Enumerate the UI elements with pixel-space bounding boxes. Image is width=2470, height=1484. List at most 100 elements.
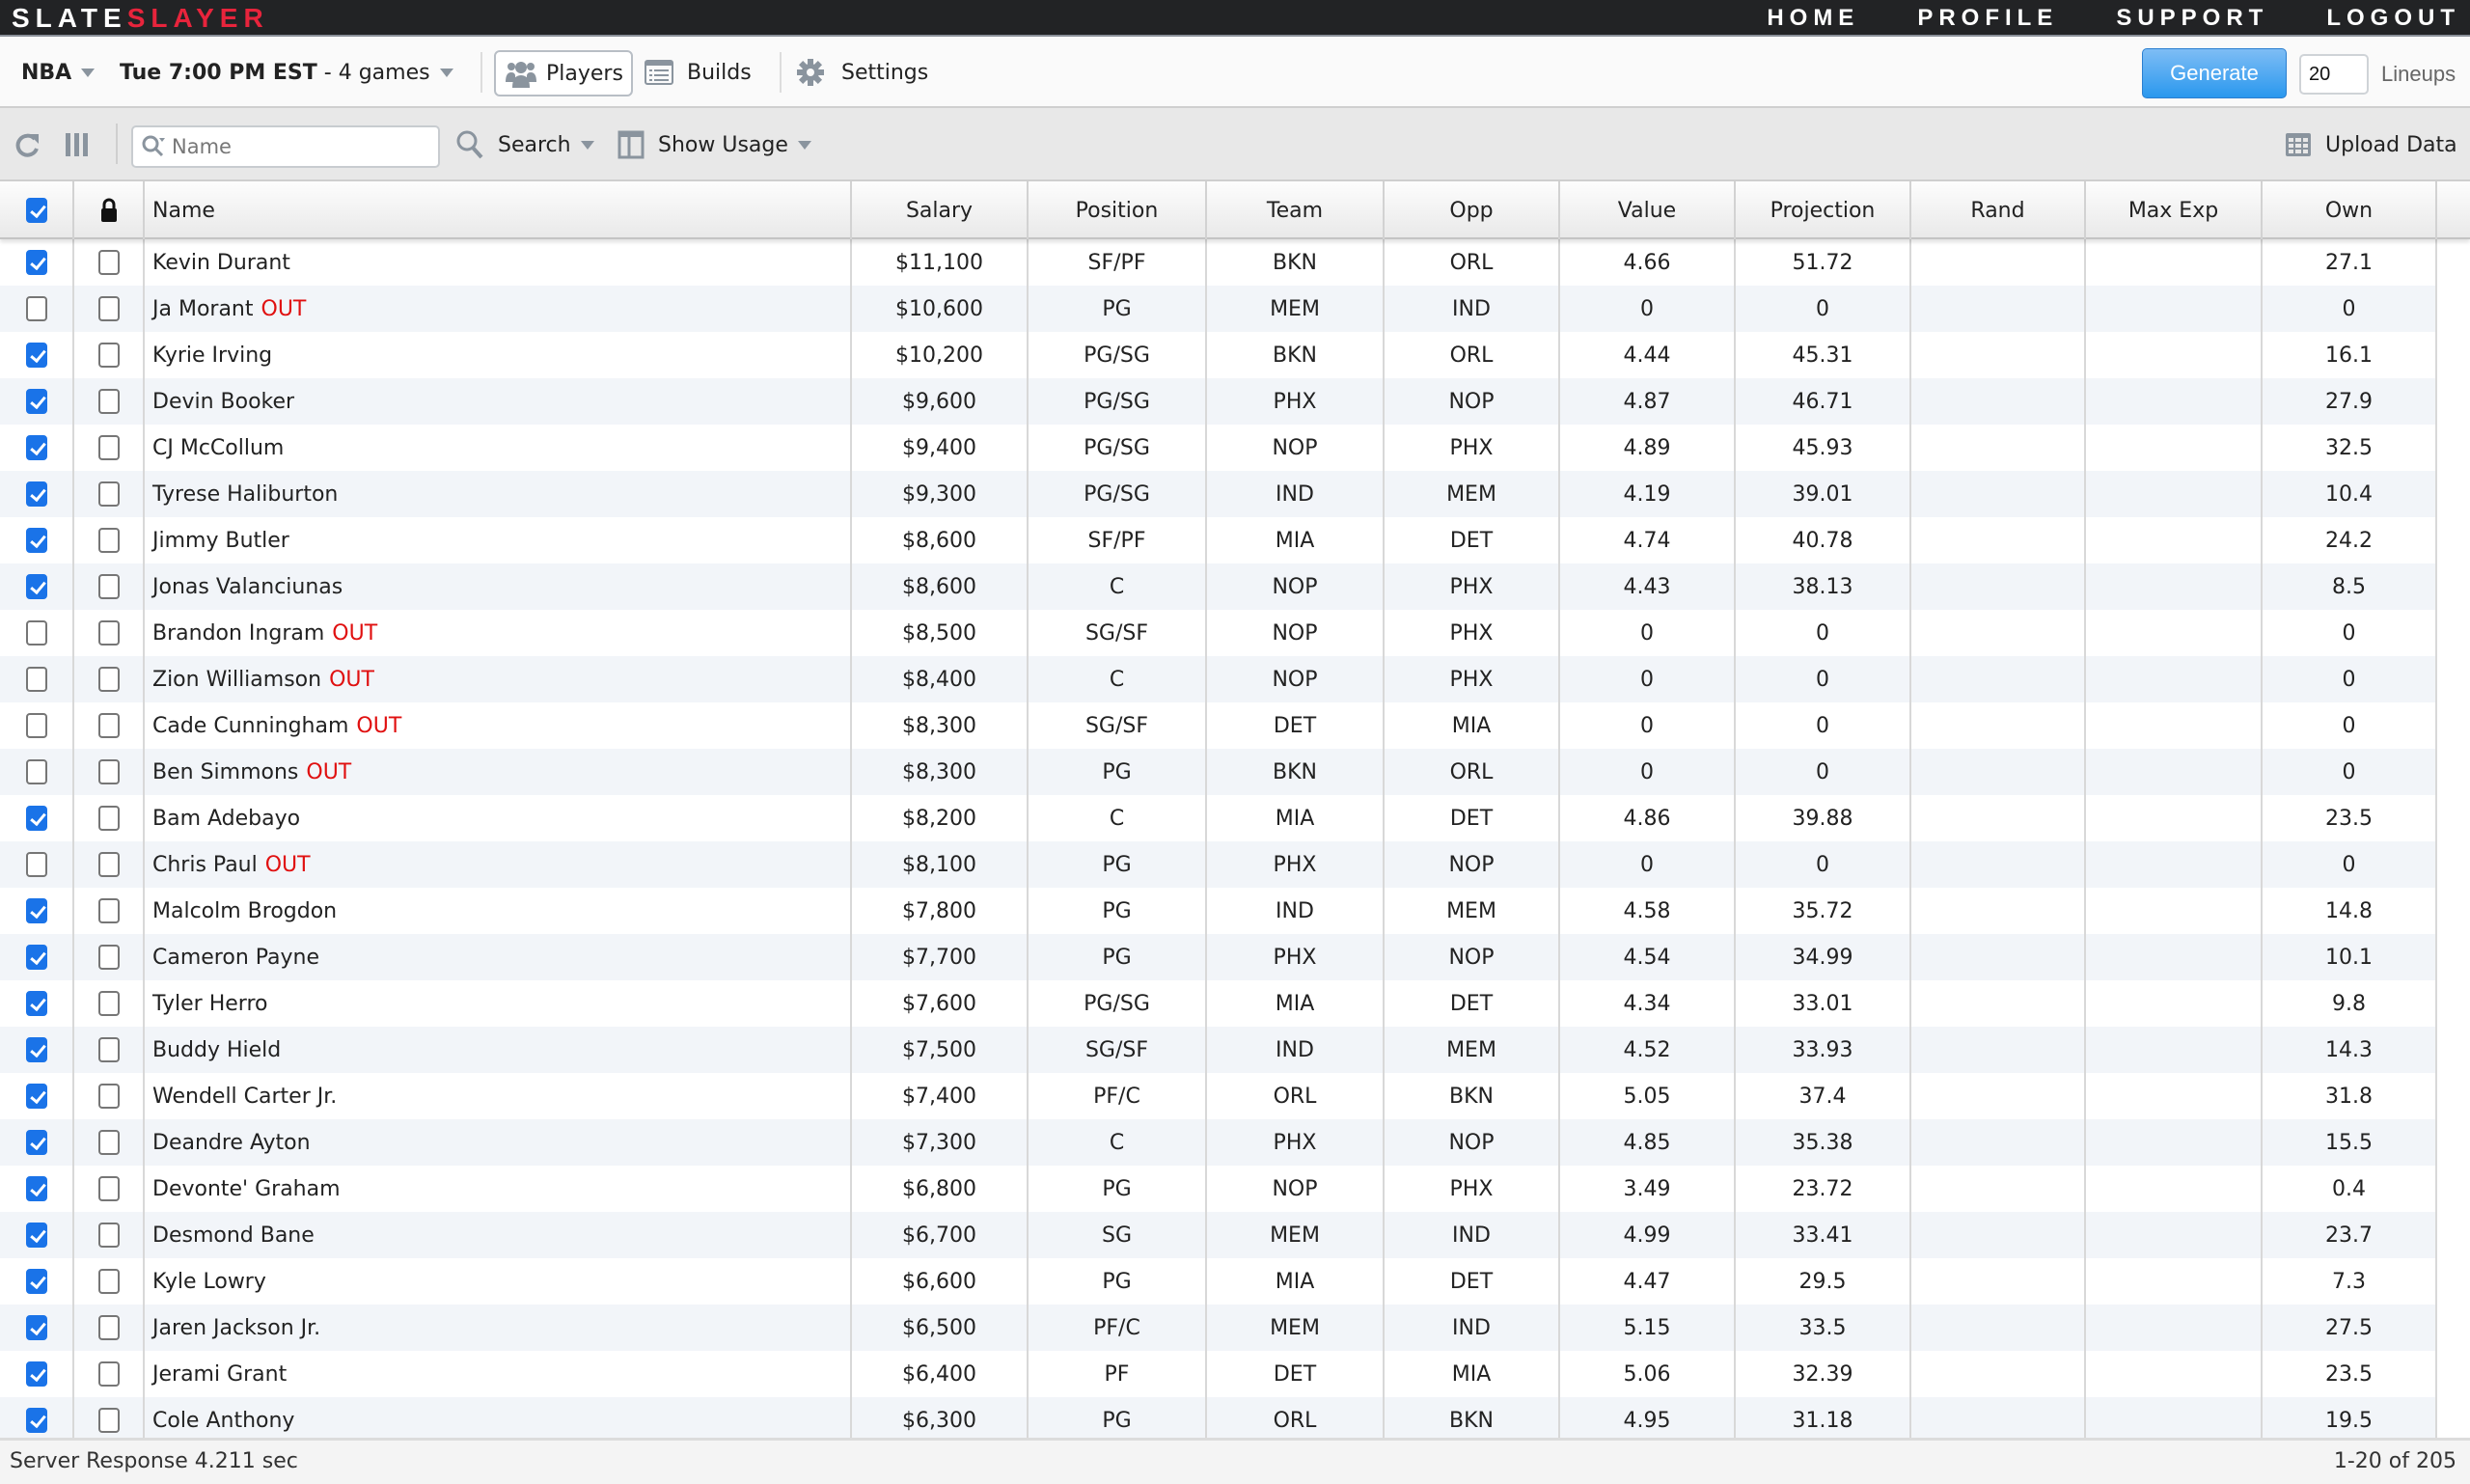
lock-checkbox[interactable] [97,759,120,784]
cell-own[interactable]: 14.8 [2263,888,2437,934]
table-row[interactable]: Kyle Lowry $6,600 PG MIA DET 4.47 29.5 7.3 [0,1258,2437,1305]
cell-own[interactable]: 31.8 [2263,1073,2437,1119]
lock-checkbox[interactable] [97,852,120,877]
cell-max-exp[interactable] [2086,702,2263,749]
table-row[interactable]: Zion Williamson OUT $8,400 C NOP PHX 0 0 0 [0,656,2437,702]
cell-rand[interactable] [1911,795,2086,841]
cell-own[interactable]: 14.3 [2263,1027,2437,1073]
include-checkbox[interactable] [25,806,47,831]
cell-max-exp[interactable] [2086,1119,2263,1166]
cell-own[interactable]: 0 [2263,656,2437,702]
lock-checkbox[interactable] [97,574,120,599]
cell-max-exp[interactable] [2086,286,2263,332]
upload-data-button[interactable]: Upload Data [2285,108,2457,181]
cell-rand[interactable] [1911,286,2086,332]
table-row[interactable]: Brandon Ingram OUT $8,500 SG/SF NOP PHX 0 0 0 [0,610,2437,656]
cell-rand[interactable] [1911,980,2086,1027]
lock-checkbox[interactable] [97,713,120,738]
cell-rand[interactable] [1911,332,2086,378]
table-row[interactable]: Cameron Payne $7,700 PG PHX NOP 4.54 34.99 10.1 [0,934,2437,980]
table-row[interactable]: Deandre Ayton $7,300 C PHX NOP 4.85 35.38 15.5 [0,1119,2437,1166]
cell-rand[interactable] [1911,425,2086,471]
table-row[interactable]: Cade Cunningham OUT $8,300 SG/SF DET MIA 0 0 0 [0,702,2437,749]
lock-checkbox[interactable] [97,435,120,460]
include-checkbox[interactable] [25,1269,47,1294]
cell-rand[interactable] [1911,702,2086,749]
select-all-checkbox[interactable] [25,198,47,223]
lock-checkbox[interactable] [97,620,120,646]
column-header-own[interactable]: Own [2263,181,2437,239]
cell-own[interactable]: 27.9 [2263,378,2437,425]
include-checkbox[interactable] [25,1130,47,1155]
lock-checkbox[interactable] [97,1130,120,1155]
include-checkbox[interactable] [25,481,47,507]
cell-max-exp[interactable] [2086,563,2263,610]
cell-projection[interactable]: 40.78 [1736,517,1911,563]
table-row[interactable]: Jaren Jackson Jr. $6,500 PF/C MEM IND 5.15 33.… [0,1305,2437,1351]
lock-checkbox[interactable] [97,945,120,970]
cell-own[interactable]: 23.5 [2263,1351,2437,1397]
lock-checkbox[interactable] [97,528,120,553]
cell-rand[interactable] [1911,1119,2086,1166]
lock-checkbox[interactable] [97,1176,120,1201]
cell-projection[interactable]: 33.41 [1736,1212,1911,1258]
lock-checkbox[interactable] [97,1361,120,1387]
cell-max-exp[interactable] [2086,517,2263,563]
include-checkbox[interactable] [25,1037,47,1062]
cell-own[interactable]: 10.4 [2263,471,2437,517]
nav-logout[interactable]: LOGOUT [2326,0,2460,37]
table-row[interactable]: Desmond Bane $6,700 SG MEM IND 4.99 33.41 23.7 [0,1212,2437,1258]
cell-max-exp[interactable] [2086,1397,2263,1438]
include-checkbox[interactable] [25,528,47,553]
include-checkbox[interactable] [25,991,47,1016]
cell-own[interactable]: 0 [2263,702,2437,749]
cell-max-exp[interactable] [2086,1258,2263,1305]
cell-own[interactable]: 8.5 [2263,563,2437,610]
cell-rand[interactable] [1911,888,2086,934]
cell-projection[interactable]: 31.18 [1736,1397,1911,1438]
cell-own[interactable]: 23.5 [2263,795,2437,841]
table-row[interactable]: Wendell Carter Jr. $7,400 PF/C ORL BKN 5.05 37… [0,1073,2437,1119]
cell-rand[interactable] [1911,239,2086,286]
cell-projection[interactable]: 35.72 [1736,888,1911,934]
cell-rand[interactable] [1911,471,2086,517]
cell-projection[interactable]: 39.88 [1736,795,1911,841]
lock-checkbox[interactable] [97,250,120,275]
search-dropdown[interactable]: Search [455,108,594,181]
cell-max-exp[interactable] [2086,1351,2263,1397]
include-checkbox[interactable] [25,945,47,970]
column-header-name[interactable]: Name [145,181,852,239]
include-checkbox[interactable] [25,574,47,599]
cell-rand[interactable] [1911,1166,2086,1212]
cell-own[interactable]: 0 [2263,286,2437,332]
cell-projection[interactable]: 0 [1736,286,1911,332]
cell-max-exp[interactable] [2086,425,2263,471]
lock-checkbox[interactable] [97,1408,120,1433]
cell-projection[interactable]: 37.4 [1736,1073,1911,1119]
cell-projection[interactable]: 34.99 [1736,934,1911,980]
table-row[interactable]: Jerami Grant $6,400 PF DET MIA 5.06 32.39 23.5 [0,1351,2437,1397]
include-checkbox[interactable] [25,1315,47,1340]
cell-projection[interactable]: 23.72 [1736,1166,1911,1212]
table-row[interactable]: Ben Simmons OUT $8,300 PG BKN ORL 0 0 0 [0,749,2437,795]
include-checkbox[interactable] [25,296,47,321]
cell-own[interactable]: 10.1 [2263,934,2437,980]
table-row[interactable]: CJ McCollum $9,400 PG/SG NOP PHX 4.89 45.93 32.… [0,425,2437,471]
cell-rand[interactable] [1911,1212,2086,1258]
column-header-value[interactable]: Value [1560,181,1736,239]
lock-checkbox[interactable] [97,898,120,923]
show-usage-dropdown[interactable]: Show Usage [618,108,811,181]
lineups-count-input[interactable] [2299,54,2369,95]
cell-projection[interactable]: 29.5 [1736,1258,1911,1305]
lock-checkbox[interactable] [97,1223,120,1248]
cell-own[interactable]: 16.1 [2263,332,2437,378]
cell-max-exp[interactable] [2086,841,2263,888]
cell-projection[interactable]: 39.01 [1736,471,1911,517]
include-checkbox[interactable] [25,1223,47,1248]
cell-max-exp[interactable] [2086,610,2263,656]
cell-own[interactable]: 0 [2263,610,2437,656]
cell-projection[interactable]: 46.71 [1736,378,1911,425]
lock-checkbox[interactable] [97,389,120,414]
table-row[interactable]: Tyler Herro $7,600 PG/SG MIA DET 4.34 33.01 9.8 [0,980,2437,1027]
cell-max-exp[interactable] [2086,1166,2263,1212]
